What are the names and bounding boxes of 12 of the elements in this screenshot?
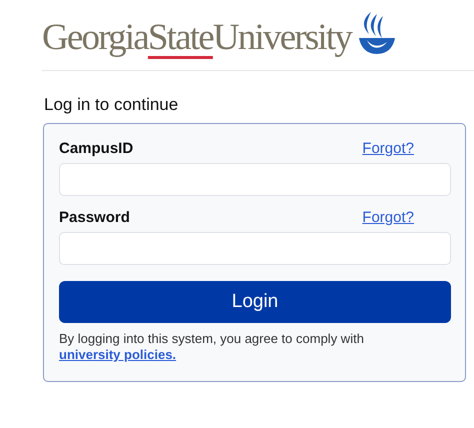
- flame-logo-icon: [357, 10, 398, 56]
- forgot-link[interactable]: Forgot?: [362, 140, 414, 157]
- policies-link[interactable]: university policies.: [59, 347, 176, 362]
- page-heading: Log in to continue: [44, 95, 180, 115]
- field-label: CampusID: [59, 140, 134, 157]
- policy-notice: By logging into this system, you agree to comply with university policies.: [59, 331, 365, 363]
- field-label: Password: [59, 209, 130, 226]
- input-field[interactable]: [59, 163, 451, 196]
- input-field[interactable]: [59, 232, 451, 265]
- logo-wordmark: GeorgiaStateUniversity: [42, 16, 352, 60]
- forgot-link[interactable]: Forgot?: [362, 209, 414, 226]
- login-button[interactable]: Login: [59, 281, 451, 323]
